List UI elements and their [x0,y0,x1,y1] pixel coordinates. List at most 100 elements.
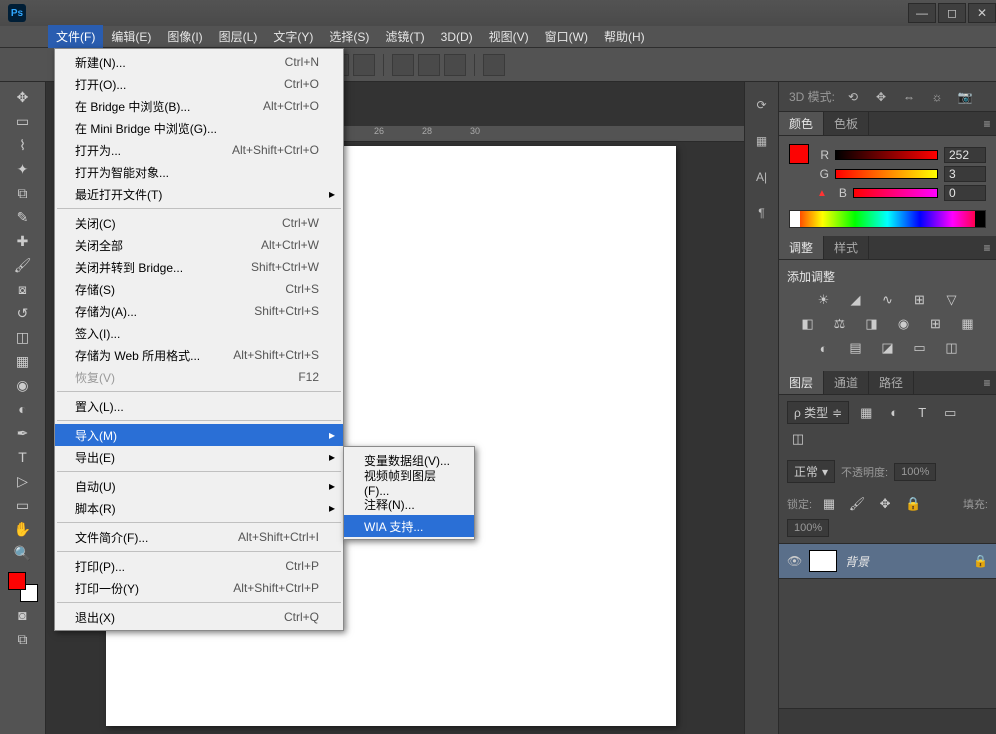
filter-shape-icon[interactable]: ▭ [939,404,961,422]
color-swatches[interactable] [8,572,38,602]
lookup-icon[interactable]: ▦ [957,315,979,333]
menu-item[interactable]: 打印(P)...Ctrl+P [55,555,343,577]
poster-icon[interactable]: ▤ [845,339,867,357]
opacity-value[interactable]: 100% [894,463,936,481]
g-value[interactable] [944,166,986,182]
heal-tool[interactable]: ✚ [11,230,35,252]
hue-icon[interactable]: ◧ [797,315,819,333]
screenmode-toggle[interactable]: ⧉ [11,628,35,650]
marquee-tool[interactable]: ▭ [11,110,35,132]
menu-edit[interactable]: 编辑(E) [103,25,159,48]
history-icon[interactable]: ⟳ [752,96,772,114]
zoom-tool[interactable]: 🔍 [11,542,35,564]
menu-layer[interactable]: 图层(L) [211,25,266,48]
move-tool[interactable]: ✥ [11,86,35,108]
photo-filter-icon[interactable]: ◉ [893,315,915,333]
r-slider[interactable] [835,150,938,160]
panel-menu-icon[interactable]: ≡ [978,112,996,135]
colbal-icon[interactable]: ⚖ [829,315,851,333]
opt-icon[interactable] [392,54,414,76]
quickmask-toggle[interactable]: ◙ [11,604,35,626]
b-slider[interactable] [853,188,938,198]
bw-icon[interactable]: ◨ [861,315,883,333]
foreground-color-swatch[interactable] [8,572,26,590]
menu-item[interactable]: 打开为智能对象... [55,161,343,183]
properties-icon[interactable]: ▦ [752,132,772,150]
menu-item[interactable]: 文件简介(F)...Alt+Shift+Ctrl+I [55,526,343,548]
tab-color[interactable]: 颜色 [779,112,824,135]
tab-styles[interactable]: 样式 [824,236,869,259]
filter-pixel-icon[interactable]: ▦ [855,404,877,422]
menu-file[interactable]: 文件(F) [48,25,103,48]
g-slider[interactable] [835,169,938,179]
fg-swatch[interactable] [789,144,809,164]
menu-3d[interactable]: 3D(D) [433,27,481,47]
threshold-icon[interactable]: ◪ [877,339,899,357]
wand-tool[interactable]: ✦ [11,158,35,180]
lock-pixels-icon[interactable]: 🖌 [846,495,868,513]
panel-menu-icon[interactable]: ≡ [978,371,996,394]
3d-orbit-icon[interactable]: ⟲ [843,88,863,106]
menu-item[interactable]: 新建(N)...Ctrl+N [55,51,343,73]
gradient-tool[interactable]: ▦ [11,350,35,372]
dodge-tool[interactable]: ◐ [11,398,35,420]
menu-item[interactable]: 关闭(C)Ctrl+W [55,212,343,234]
b-value[interactable] [944,185,986,201]
3d-pan-icon[interactable]: ✥ [871,88,891,106]
maximize-button[interactable]: ◻ [938,3,966,23]
menu-type[interactable]: 文字(Y) [265,25,321,48]
submenu-item[interactable]: 视频帧到图层(F)... [344,471,474,493]
menu-item[interactable]: 置入(L)... [55,395,343,417]
menu-item[interactable]: 存储(S)Ctrl+S [55,278,343,300]
selcol-icon[interactable]: ◫ [941,339,963,357]
history-brush-tool[interactable]: ↺ [11,302,35,324]
character-icon[interactable]: A| [752,168,772,186]
shape-tool[interactable]: ▭ [11,494,35,516]
layer-thumbnail[interactable] [809,550,837,572]
levels-icon[interactable]: ◢ [845,291,867,309]
tab-paths[interactable]: 路径 [869,371,914,394]
close-button[interactable]: ✕ [968,3,996,23]
blur-tool[interactable]: ◉ [11,374,35,396]
minimize-button[interactable]: — [908,3,936,23]
gradmap-icon[interactable]: ▭ [909,339,931,357]
tab-channels[interactable]: 通道 [824,371,869,394]
filter-adjust-icon[interactable]: ◐ [883,404,905,422]
pen-tool[interactable]: ✒ [11,422,35,444]
menu-item[interactable]: 打开(O)...Ctrl+O [55,73,343,95]
hand-tool[interactable]: ✋ [11,518,35,540]
filter-smart-icon[interactable]: ◫ [787,430,809,448]
menu-item[interactable]: 最近打开文件(T)▸ [55,183,343,205]
menu-item[interactable]: 在 Mini Bridge 中浏览(G)... [55,117,343,139]
lock-all-icon[interactable]: 🔒 [902,495,924,513]
lock-trans-icon[interactable]: ▦ [818,495,840,513]
menu-help[interactable]: 帮助(H) [596,25,653,48]
paragraph-icon[interactable]: ¶ [752,204,772,222]
menu-item[interactable]: 退出(X)Ctrl+Q [55,606,343,628]
submenu-item[interactable]: WIA 支持... [344,515,474,537]
menu-item[interactable]: 关闭并转到 Bridge...Shift+Ctrl+W [55,256,343,278]
r-value[interactable] [944,147,986,163]
tab-swatches[interactable]: 色板 [824,112,869,135]
3d-light-icon[interactable]: ☼ [927,88,947,106]
blend-mode-select[interactable]: 正常 ▾ [787,460,835,483]
visibility-icon[interactable]: 👁 [787,554,801,568]
layer-filter-kind[interactable]: ρ 类型 ≑ [787,401,849,424]
menu-select[interactable]: 选择(S) [321,25,377,48]
opt-icon[interactable] [353,54,375,76]
menu-item[interactable]: 恢复(V)F12 [55,366,343,388]
menu-item[interactable]: 打开为...Alt+Shift+Ctrl+O [55,139,343,161]
fill-value[interactable]: 100% [787,519,829,537]
menu-item[interactable]: 关闭全部Alt+Ctrl+W [55,234,343,256]
eyedropper-tool[interactable]: ✎ [11,206,35,228]
menu-item[interactable]: 存储为(A)...Shift+Ctrl+S [55,300,343,322]
menu-window[interactable]: 窗口(W) [537,25,596,48]
lock-pos-icon[interactable]: ✥ [874,495,896,513]
menu-item[interactable]: 签入(I)... [55,322,343,344]
brush-tool[interactable]: 🖌 [11,254,35,276]
invert-icon[interactable]: ◐ [813,339,835,357]
crop-tool[interactable]: ⧉ [11,182,35,204]
panel-menu-icon[interactable]: ≡ [978,236,996,259]
exposure-icon[interactable]: ⊞ [909,291,931,309]
filter-type-icon[interactable]: T [911,404,933,422]
